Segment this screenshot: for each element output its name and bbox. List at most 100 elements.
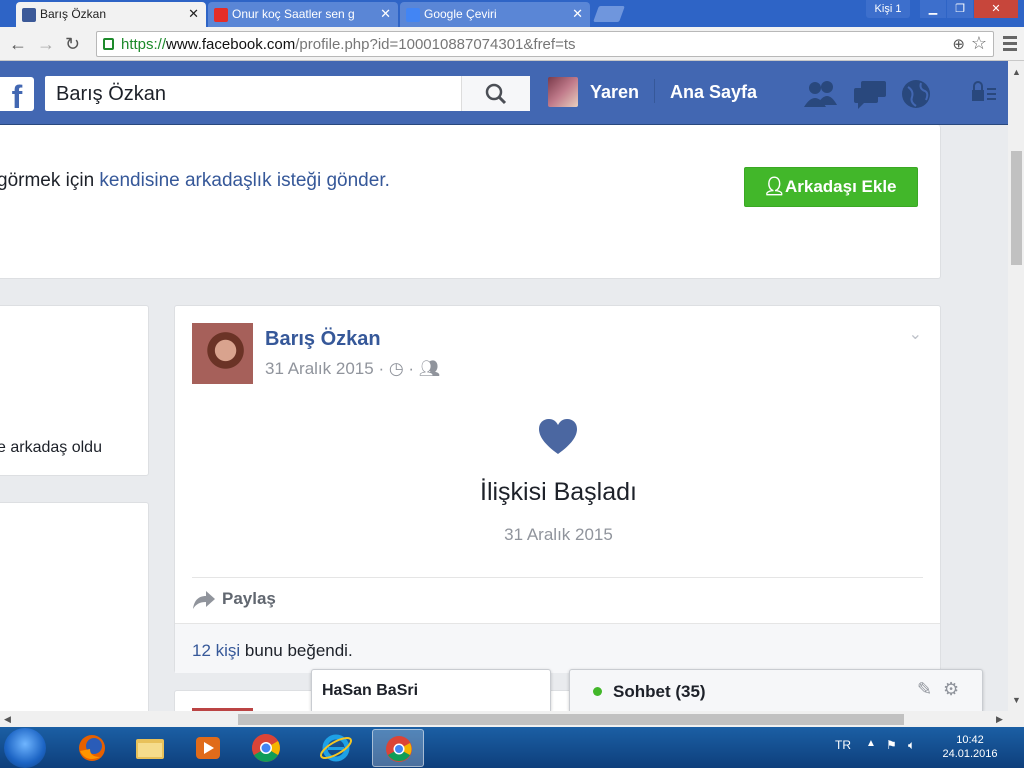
life-event-post: Barış Özkan 31 Aralık 2015 · ◷ · 👥︎ ⌄ İl… <box>174 305 941 673</box>
scroll-left-icon[interactable]: ◀ <box>4 714 11 725</box>
media-player-icon <box>196 737 220 759</box>
browser-menu-icon[interactable] <box>1003 36 1017 54</box>
close-icon[interactable]: ✕ <box>572 6 583 22</box>
start-button-icon[interactable] <box>4 728 46 768</box>
bookmark-star-icon[interactable]: ☆ <box>971 33 987 54</box>
scroll-down-icon[interactable]: ▼ <box>1012 695 1021 705</box>
maximize-icon[interactable]: ❐ <box>947 0 973 18</box>
share-button[interactable]: Paylaş <box>192 589 276 609</box>
scrollbar-thumb[interactable] <box>1011 151 1022 265</box>
show-hidden-icons-icon[interactable]: ▲ <box>866 738 876 749</box>
window-close-icon[interactable]: ✕ <box>974 0 1018 18</box>
tab-google-translate[interactable]: Google Çeviri ✕ <box>400 2 590 27</box>
vertical-scrollbar[interactable]: ▲ ▼ <box>1008 61 1024 711</box>
home-link[interactable]: Ana Sayfa <box>670 82 757 103</box>
facebook-header: f Barış Özkan Yaren Ana Sayfa <box>0 61 1008 125</box>
browser-toolbar: ← → ↻ https://www.facebook.com/profile.p… <box>0 27 1024 61</box>
tab-facebook-profile[interactable]: Barış Özkan ✕ <box>16 2 206 27</box>
search-box[interactable]: Barış Özkan <box>45 76 530 111</box>
tab-title: Google Çeviri <box>424 7 497 21</box>
taskbar-chrome-active[interactable] <box>372 729 424 767</box>
user-name-link[interactable]: Yaren <box>590 82 639 103</box>
friend-banner-text: görmek için kendisine arkadaşlık isteği … <box>0 170 390 192</box>
chat-contact-name[interactable]: HaSan BaSri <box>322 682 418 700</box>
youtube-favicon-icon <box>214 8 228 22</box>
taskbar-media-player[interactable] <box>182 729 234 767</box>
taskbar-internet-explorer[interactable] <box>310 729 362 767</box>
minimize-icon[interactable]: ▁ <box>920 0 946 18</box>
tab-title: Barış Özkan <box>40 7 107 21</box>
google-translate-favicon-icon <box>406 8 420 22</box>
scrollbar-thumb[interactable] <box>238 714 904 725</box>
friends-audience-icon[interactable]: 👥︎ <box>419 359 441 378</box>
search-input[interactable]: Barış Özkan <box>56 83 166 106</box>
add-friend-label: Arkadaşı Ekle <box>785 177 897 196</box>
volume-icon[interactable]: 🔈︎ <box>908 738 915 753</box>
close-icon[interactable]: ✕ <box>188 6 199 22</box>
notifications-globe-icon[interactable] <box>901 79 933 109</box>
taskbar-chrome[interactable] <box>240 729 292 767</box>
meta-separator: · <box>378 359 389 378</box>
search-button[interactable] <box>461 76 530 111</box>
url-path: /profile.php?id=100010887074301&fref=ts <box>295 36 576 53</box>
messages-icon[interactable] <box>852 79 888 109</box>
secure-lock-icon <box>103 38 114 50</box>
taskbar-file-explorer[interactable] <box>124 729 176 767</box>
new-tab-button[interactable] <box>593 6 625 22</box>
share-arrow-icon <box>193 591 215 609</box>
folder-icon <box>136 739 164 759</box>
horizontal-scrollbar[interactable]: ◀ ▶ <box>0 711 1024 727</box>
clock-time: 10:42 <box>956 734 984 746</box>
meta-separator: · <box>403 359 419 378</box>
gear-icon[interactable]: ⚙ <box>943 679 959 700</box>
add-friend-button[interactable]: 👤︎ Arkadaşı Ekle <box>744 167 918 207</box>
chat-window[interactable]: HaSan BaSri <box>311 669 551 711</box>
likes-suffix: bunu beğendi. <box>240 641 353 660</box>
search-icon <box>485 83 507 105</box>
privacy-lock-icon[interactable] <box>970 79 1000 109</box>
user-avatar[interactable] <box>548 77 578 107</box>
divider <box>192 577 923 578</box>
online-status-icon <box>593 687 602 696</box>
chat-sidebar-bar[interactable]: Sohbet (35) ✎ ⚙ <box>569 669 983 711</box>
close-icon[interactable]: ✕ <box>380 6 391 22</box>
friend-request-banner: görmek için kendisine arkadaşlık isteği … <box>0 125 941 279</box>
chevron-down-icon[interactable]: ⌄ <box>909 324 922 344</box>
language-indicator[interactable]: TR <box>835 738 851 752</box>
internet-explorer-icon <box>319 734 353 762</box>
life-event-title: İlişkisi Başladı <box>480 478 637 506</box>
zoom-icon[interactable]: ⊕ <box>952 35 965 53</box>
firefox-icon <box>79 735 105 761</box>
post-date[interactable]: 31 Aralık 2015 <box>265 359 374 378</box>
friend-requests-icon[interactable] <box>803 79 839 109</box>
forward-arrow-icon[interactable]: → <box>37 34 55 55</box>
back-arrow-icon[interactable]: ← <box>9 34 27 55</box>
post-author-avatar[interactable] <box>192 323 253 384</box>
profile-button[interactable]: Kişi 1 <box>866 0 910 18</box>
system-clock[interactable]: 10:42 24.01.2016 <box>940 733 1000 761</box>
likes-count-link[interactable]: 12 kişi <box>192 641 240 660</box>
send-friend-request-link[interactable]: kendisine arkadaşlık isteği gönder <box>99 170 384 191</box>
action-center-flag-icon[interactable]: ⚑ <box>886 738 897 752</box>
url-host: www.facebook.com <box>166 36 296 53</box>
add-friend-icon: 👤︎ <box>763 176 786 196</box>
browser-tab-strip: Barış Özkan ✕ Onur koç Saatler sen g ✕ G… <box>0 0 1024 27</box>
new-message-edit-icon[interactable]: ✎ <box>917 679 932 700</box>
facebook-logo-icon[interactable]: f <box>0 77 34 115</box>
left-info-card: e arkadaş oldu <box>0 305 149 476</box>
banner-text-prefix: görmek için <box>0 170 100 191</box>
banner-text-suffix: . <box>384 170 390 191</box>
windows-taskbar: TR ▲ ⚑ 🔈︎ 10:42 24.01.2016 <box>0 727 1024 768</box>
scroll-right-icon[interactable]: ▶ <box>996 714 1003 725</box>
chrome-icon <box>386 736 412 762</box>
facebook-favicon-icon <box>22 8 36 22</box>
post-author-name[interactable]: Barış Özkan <box>265 328 381 351</box>
address-bar[interactable]: https://www.facebook.com/profile.php?id=… <box>96 31 994 57</box>
scroll-up-icon[interactable]: ▲ <box>1012 67 1021 77</box>
tab-youtube[interactable]: Onur koç Saatler sen g ✕ <box>208 2 398 27</box>
reload-icon[interactable]: ↻ <box>65 34 80 55</box>
header-divider <box>654 79 655 103</box>
taskbar-firefox[interactable] <box>66 729 118 767</box>
chat-sidebar-title[interactable]: Sohbet (35) <box>613 682 706 702</box>
share-label: Paylaş <box>222 589 276 608</box>
